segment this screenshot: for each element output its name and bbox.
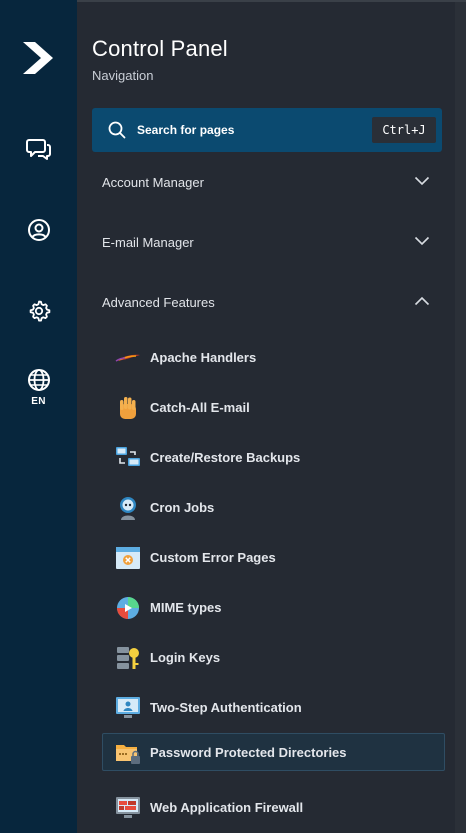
panel-subtitle: Navigation (92, 68, 154, 83)
user-circle-icon (27, 219, 50, 241)
nav-item-apache-handlers[interactable]: Apache Handlers (102, 338, 445, 376)
panel-scrollbar[interactable] (455, 2, 466, 833)
nav-item-two-step-authentication[interactable]: Two-Step Authentication (102, 688, 445, 726)
logo-arrow-icon (22, 42, 53, 74)
nav-item-custom-error-pages[interactable]: Custom Error Pages (102, 538, 445, 576)
search-shortcut-badge: Ctrl+J (372, 117, 436, 143)
nav-item-label: Password Protected Directories (150, 745, 347, 760)
language-label: EN (31, 396, 46, 407)
globe-icon (27, 369, 50, 391)
section-account-manager[interactable]: Account Manager (102, 167, 442, 197)
chevron-down-icon (414, 236, 430, 246)
search-input[interactable]: Search for pages Ctrl+J (92, 108, 442, 152)
nav-item-web-application-firewall[interactable]: Web Application Firewall (102, 788, 445, 826)
panel-title: Control Panel (92, 36, 228, 61)
nav-item-label: Web Application Firewall (150, 800, 304, 815)
settings-button[interactable] (0, 299, 77, 323)
section-label: E-mail Manager (102, 235, 194, 250)
robot-icon (120, 497, 136, 520)
nav-item-password-protected-directories[interactable]: Password Protected Directories (102, 733, 445, 771)
nav-item-label: Apache Handlers (150, 350, 257, 365)
nav-item-label: Catch-All E-mail (150, 400, 250, 415)
nav-item-label: Cron Jobs (150, 500, 215, 515)
nav-item-label: Two-Step Authentication (150, 700, 302, 715)
nav-item-label: Create/Restore Backups (150, 450, 301, 465)
section-advanced-features[interactable]: Advanced Features (102, 287, 442, 317)
backup-computers-icon (116, 447, 140, 466)
account-button[interactable] (0, 218, 77, 242)
error-page-icon (116, 547, 140, 569)
section-label: Account Manager (102, 175, 204, 190)
nav-item-login-keys[interactable]: Login Keys (102, 638, 445, 676)
search-placeholder: Search for pages (137, 123, 235, 137)
nav-item-cron-jobs[interactable]: Cron Jobs (102, 488, 445, 526)
key-server-icon (117, 647, 139, 669)
messages-button[interactable] (0, 137, 77, 161)
nav-item-label: Login Keys (150, 650, 221, 665)
locked-folder-icon (116, 745, 140, 764)
navigation-panel: Control Panel Navigation Search for page… (77, 2, 455, 833)
nav-item-label: Custom Error Pages (150, 550, 276, 565)
left-rail: EN (0, 0, 77, 833)
apache-feather-icon (115, 354, 140, 362)
media-globe-icon (117, 597, 139, 619)
nav-item-create-restore-backups[interactable]: Create/Restore Backups (102, 438, 445, 476)
nav-item-mime-types[interactable]: MIME types (102, 588, 445, 626)
section-email-manager[interactable]: E-mail Manager (102, 227, 442, 257)
nav-item-label: MIME types (150, 600, 222, 615)
search-icon (108, 121, 126, 139)
hand-icon (120, 397, 136, 419)
firewall-monitor-icon (116, 797, 140, 818)
chevron-down-icon (414, 176, 430, 186)
chevron-up-icon (414, 296, 430, 306)
monitor-user-icon (116, 697, 140, 718)
logo-button[interactable] (0, 38, 77, 78)
chat-bubbles-icon (25, 139, 51, 160)
section-label: Advanced Features (102, 295, 215, 310)
nav-item-catch-all-email[interactable]: Catch-All E-mail (102, 388, 445, 426)
language-button[interactable]: EN (0, 368, 77, 407)
gear-icon (29, 300, 50, 322)
